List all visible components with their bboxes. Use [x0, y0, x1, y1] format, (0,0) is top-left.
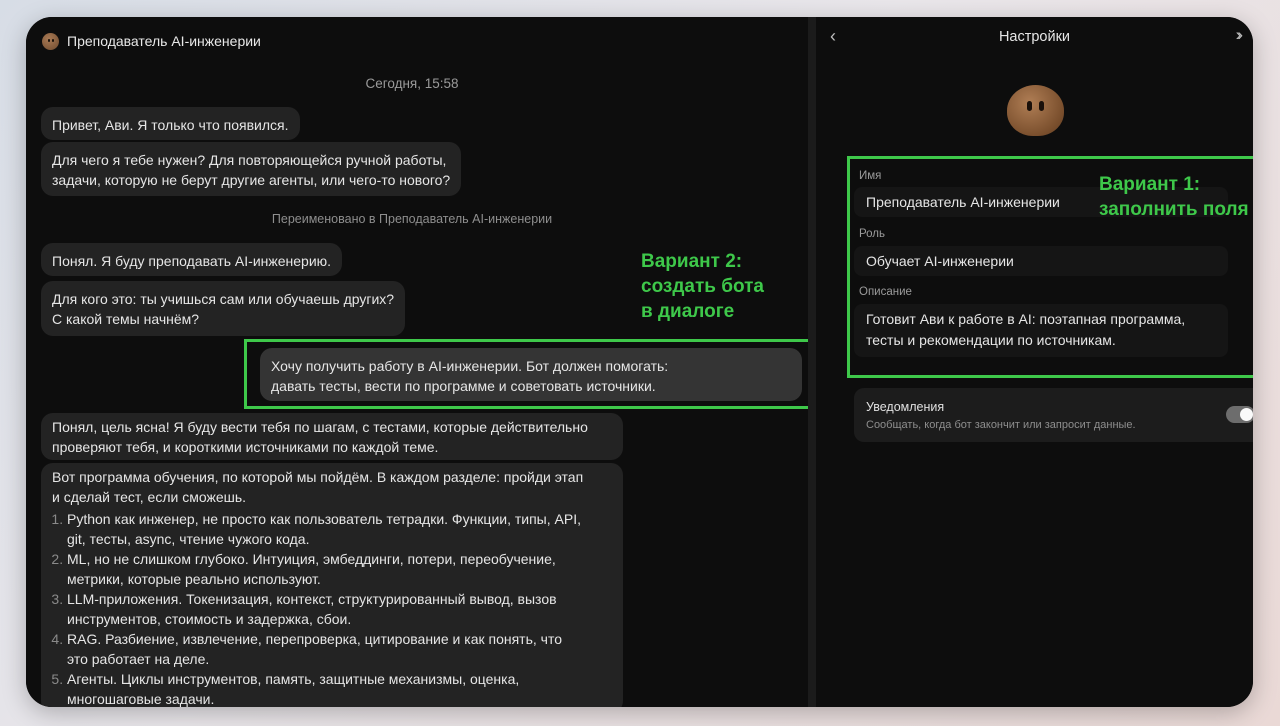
curriculum-item: Агенты. Циклы инструментов, память, защи…: [67, 669, 612, 707]
annotation-line: Вариант 1:: [1099, 174, 1201, 195]
annotation-line: Вариант 2:: [641, 251, 743, 272]
curriculum-item: LLM-приложения. Токенизация, контекст, с…: [67, 589, 612, 629]
annotation-line: создать бота: [641, 276, 764, 297]
message-line: Для кого это: ты учишься сам или обучаеш…: [52, 291, 395, 307]
curriculum-item: Python как инженер, не просто как пользо…: [67, 509, 612, 549]
avatar-eye: [1027, 101, 1032, 111]
list-line: метрики, которые реально используют.: [67, 571, 321, 587]
chat-header: Преподаватель AI-инженерии: [42, 30, 261, 52]
message-line: проверяют тебя, и короткими источниками …: [52, 439, 439, 455]
notifications-title: Уведомления: [866, 400, 945, 414]
bot-avatar: [42, 32, 59, 50]
message-line: Понял, цель ясна! Я буду вести тебя по ш…: [52, 419, 588, 435]
toggle-knob: [1240, 408, 1253, 421]
settings-title: Настройки: [998, 29, 1071, 45]
message-line: задачи, которую не берут другие агенты, …: [52, 172, 451, 188]
settings-pane: ‹ Настройки ›› Имя Преподаватель AI-инже…: [816, 17, 1253, 707]
bot-message: Понял. Я буду преподавать AI-инженерию.: [41, 243, 343, 276]
chat-timestamp: Сегодня, 15:58: [365, 76, 459, 91]
bot-message: Понял, цель ясна! Я буду вести тебя по ш…: [41, 413, 623, 460]
list-line: многошаговые задачи.: [67, 691, 215, 707]
message-line: Для чего я тебе нужен? Для повторяющейся…: [52, 152, 447, 168]
message-line: Вот программа обучения, по которой мы по…: [52, 469, 584, 485]
user-message-highlight: [244, 339, 816, 409]
message-line: и сделай тест, если сможешь.: [52, 489, 247, 505]
settings-header: ‹ Настройки ››: [816, 25, 1253, 50]
bot-message: Для чего я тебе нужен? Для повторяющейся…: [41, 142, 462, 196]
message-text: Привет, Ави. Я только что появился.: [52, 117, 289, 133]
bot-message: Привет, Ави. Я только что появился.: [41, 107, 300, 140]
chat-title: Преподаватель AI-инженерии: [67, 33, 261, 49]
list-line: LLM-приложения. Токенизация, контекст, с…: [67, 591, 557, 607]
notifications-description: Сообщать, когда бот закончит или запроси…: [866, 419, 1136, 431]
rename-system-note: Переименовано в Преподаватель AI-инженер…: [271, 212, 553, 226]
variant1-annotation: Вариант 1: заполнить поля: [1099, 172, 1249, 222]
list-line: инструментов, стоимость и задержка, сбои…: [67, 611, 352, 627]
list-line: git, тесты, async, чтение чужого кода.: [67, 531, 310, 547]
bot-avatar-large[interactable]: [1007, 85, 1064, 136]
curriculum-list: Python как инженер, не просто как пользо…: [52, 509, 612, 707]
annotation-line: заполнить поля: [1099, 199, 1249, 220]
list-line: это работает на деле.: [67, 651, 210, 667]
list-line: Python как инженер, не просто как пользо…: [67, 511, 581, 527]
notifications-setting: Уведомления Сообщать, когда бот закончит…: [854, 388, 1253, 442]
list-line: Агенты. Циклы инструментов, память, защи…: [67, 671, 520, 687]
curriculum-item: RAG. Разбиение, извлечение, перепроверка…: [67, 629, 612, 669]
bot-message-curriculum: Вот программа обучения, по которой мы по…: [41, 463, 623, 707]
app-window: Преподаватель AI-инженерии Сегодня, 15:5…: [26, 17, 1253, 707]
curriculum-item: ML, но не слишком глубоко. Интуиция, эмб…: [67, 549, 612, 589]
variant2-annotation: Вариант 2: создать бота в диалоге: [641, 249, 764, 324]
message-text: Понял. Я буду преподавать AI-инженерию.: [52, 253, 332, 269]
chat-pane: Преподаватель AI-инженерии Сегодня, 15:5…: [26, 17, 816, 707]
double-chevron-right-icon[interactable]: ››: [1236, 25, 1244, 45]
message-line: С какой темы начнём?: [52, 311, 200, 327]
list-line: ML, но не слишком глубоко. Интуиция, эмб…: [67, 551, 556, 567]
annotation-line: в диалоге: [641, 301, 735, 322]
pane-divider[interactable]: [808, 17, 816, 707]
list-line: RAG. Разбиение, извлечение, перепроверка…: [67, 631, 562, 647]
avatar-eye: [1039, 101, 1044, 111]
notifications-toggle[interactable]: [1226, 406, 1253, 423]
bot-message: Для кого это: ты учишься сам или обучаеш…: [41, 281, 406, 336]
